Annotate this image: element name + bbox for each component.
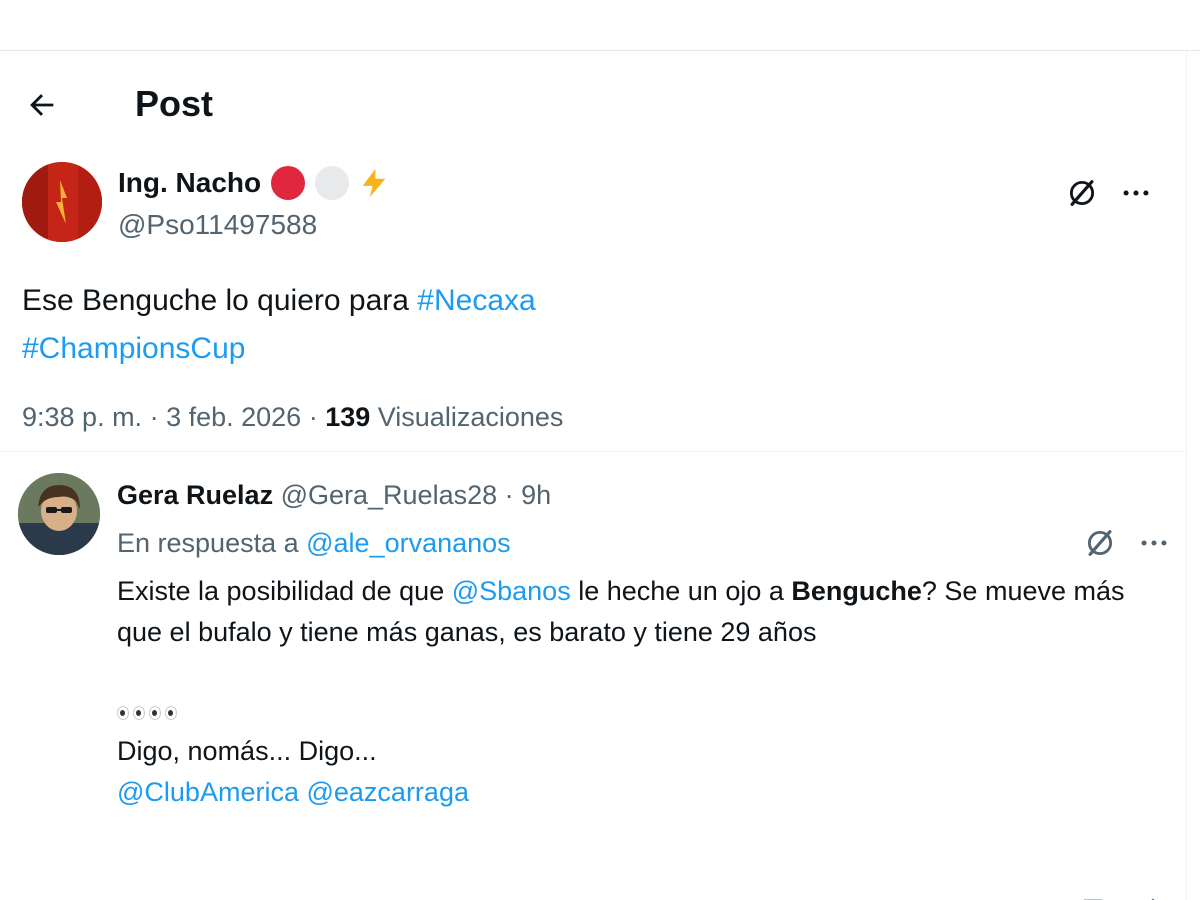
grok-button[interactable] xyxy=(1080,523,1120,563)
author-row: Ing. Nacho xyxy=(118,165,391,201)
reply-text: Existe la posibilidad de que @Sbanos le … xyxy=(117,571,1157,813)
reply-digo-line: Digo, nomás... Digo... xyxy=(117,736,377,766)
avatar[interactable] xyxy=(22,162,102,242)
more-icon xyxy=(1123,190,1149,196)
reply-author-handle[interactable]: @Gera_Ruelas28 xyxy=(281,480,498,510)
post-date[interactable]: 3 feb. 2026 xyxy=(166,402,301,432)
post-time[interactable]: 9:38 p. m. xyxy=(22,402,142,432)
hashtag-championscup[interactable]: #ChampionsCup xyxy=(22,332,245,365)
views-count: 139 xyxy=(325,402,371,432)
reply-author-name[interactable]: Gera Ruelaz xyxy=(117,480,273,510)
meta-separator: · xyxy=(301,402,326,432)
page-title: Post xyxy=(135,83,214,124)
reply-dot: · xyxy=(497,480,522,510)
avatar[interactable] xyxy=(18,473,100,555)
in-reply-handle[interactable]: @ale_orvananos xyxy=(306,528,511,558)
in-reply-to: En respuesta a @ale_orvananos xyxy=(117,525,511,561)
hashtag-necaxa[interactable]: #Necaxa xyxy=(417,284,535,317)
reply-paragraph: Existe la posibilidad de que @Sbanos le … xyxy=(117,571,1157,653)
meta-separator: · xyxy=(142,402,167,432)
like-icon xyxy=(595,896,629,900)
more-button[interactable] xyxy=(1116,173,1156,213)
retweet-icon xyxy=(355,896,391,900)
share-icon xyxy=(1151,898,1155,900)
more-icon xyxy=(1141,540,1167,546)
reply-text-part: Existe la posibilidad de que xyxy=(117,576,452,606)
white-circle-emoji xyxy=(315,166,350,200)
share-button[interactable] xyxy=(1136,891,1170,900)
avatar-image xyxy=(22,162,102,242)
post-text: Ese Benguche lo quiero para #Necaxa #Cha… xyxy=(22,277,536,373)
post-text-body: Ese Benguche lo quiero para xyxy=(22,284,418,317)
grok-icon xyxy=(1087,530,1113,556)
main-post: Ing. Nacho @Pso11497588 Ese Benguche lo … xyxy=(0,157,1186,452)
reply-mentions-line: @ClubAmerica @eazcarraga xyxy=(117,772,1157,813)
back-button[interactable] xyxy=(22,85,62,125)
grok-icon xyxy=(1069,180,1095,206)
red-circle-emoji xyxy=(271,166,306,200)
page: Post Ing. Nacho @Pso11497588 Ese Benguch… xyxy=(0,0,1200,900)
repost-button[interactable] xyxy=(355,891,391,900)
reply-bold-word: Benguche xyxy=(791,576,922,606)
like-button[interactable] xyxy=(595,891,629,900)
mention-eazcarraga[interactable]: @eazcarraga xyxy=(306,777,469,807)
views-button[interactable]: 115 xyxy=(835,891,910,900)
back-arrow-icon xyxy=(30,94,54,116)
avatar-image xyxy=(18,473,100,555)
more-button[interactable] xyxy=(1134,523,1174,563)
top-bar xyxy=(0,0,1200,51)
mention-sbanos[interactable]: @Sbanos xyxy=(452,576,571,606)
lightning-bolt-emoji xyxy=(362,168,386,198)
reply-post[interactable]: Gera Ruelaz @Gera_Ruelas28 · 9h En respu… xyxy=(0,451,1186,900)
reply-icon xyxy=(114,896,148,900)
in-reply-prefix: En respuesta a xyxy=(117,528,307,558)
bookmark-icon xyxy=(1083,899,1103,900)
views-label: Visualizaciones xyxy=(370,402,564,432)
post-header: Post xyxy=(0,51,1186,157)
eyes-emoji xyxy=(117,695,1157,731)
bookmark-button[interactable] xyxy=(1076,891,1110,900)
reply-top-actions xyxy=(1080,523,1174,563)
post-top-actions xyxy=(1062,173,1156,213)
reply-button[interactable] xyxy=(114,891,148,900)
post-meta: 9:38 p. m. · 3 feb. 2026 · 139 Visualiza… xyxy=(22,399,563,435)
reply-header: Gera Ruelaz @Gera_Ruelas28 · 9h xyxy=(117,477,551,513)
author-handle[interactable]: @Pso11497588 xyxy=(118,207,317,243)
author-name[interactable]: Ing. Nacho xyxy=(118,165,261,201)
views-icon xyxy=(835,896,867,900)
post-column: Post Ing. Nacho @Pso11497588 Ese Benguch… xyxy=(0,51,1187,900)
reply-action-bar: 115 xyxy=(0,891,1186,900)
reply-time[interactable]: 9h xyxy=(521,480,551,510)
reply-text-part: le heche un ojo a xyxy=(570,576,792,606)
grok-button[interactable] xyxy=(1062,173,1102,213)
mention-clubamerica[interactable]: @ClubAmerica xyxy=(117,777,299,807)
